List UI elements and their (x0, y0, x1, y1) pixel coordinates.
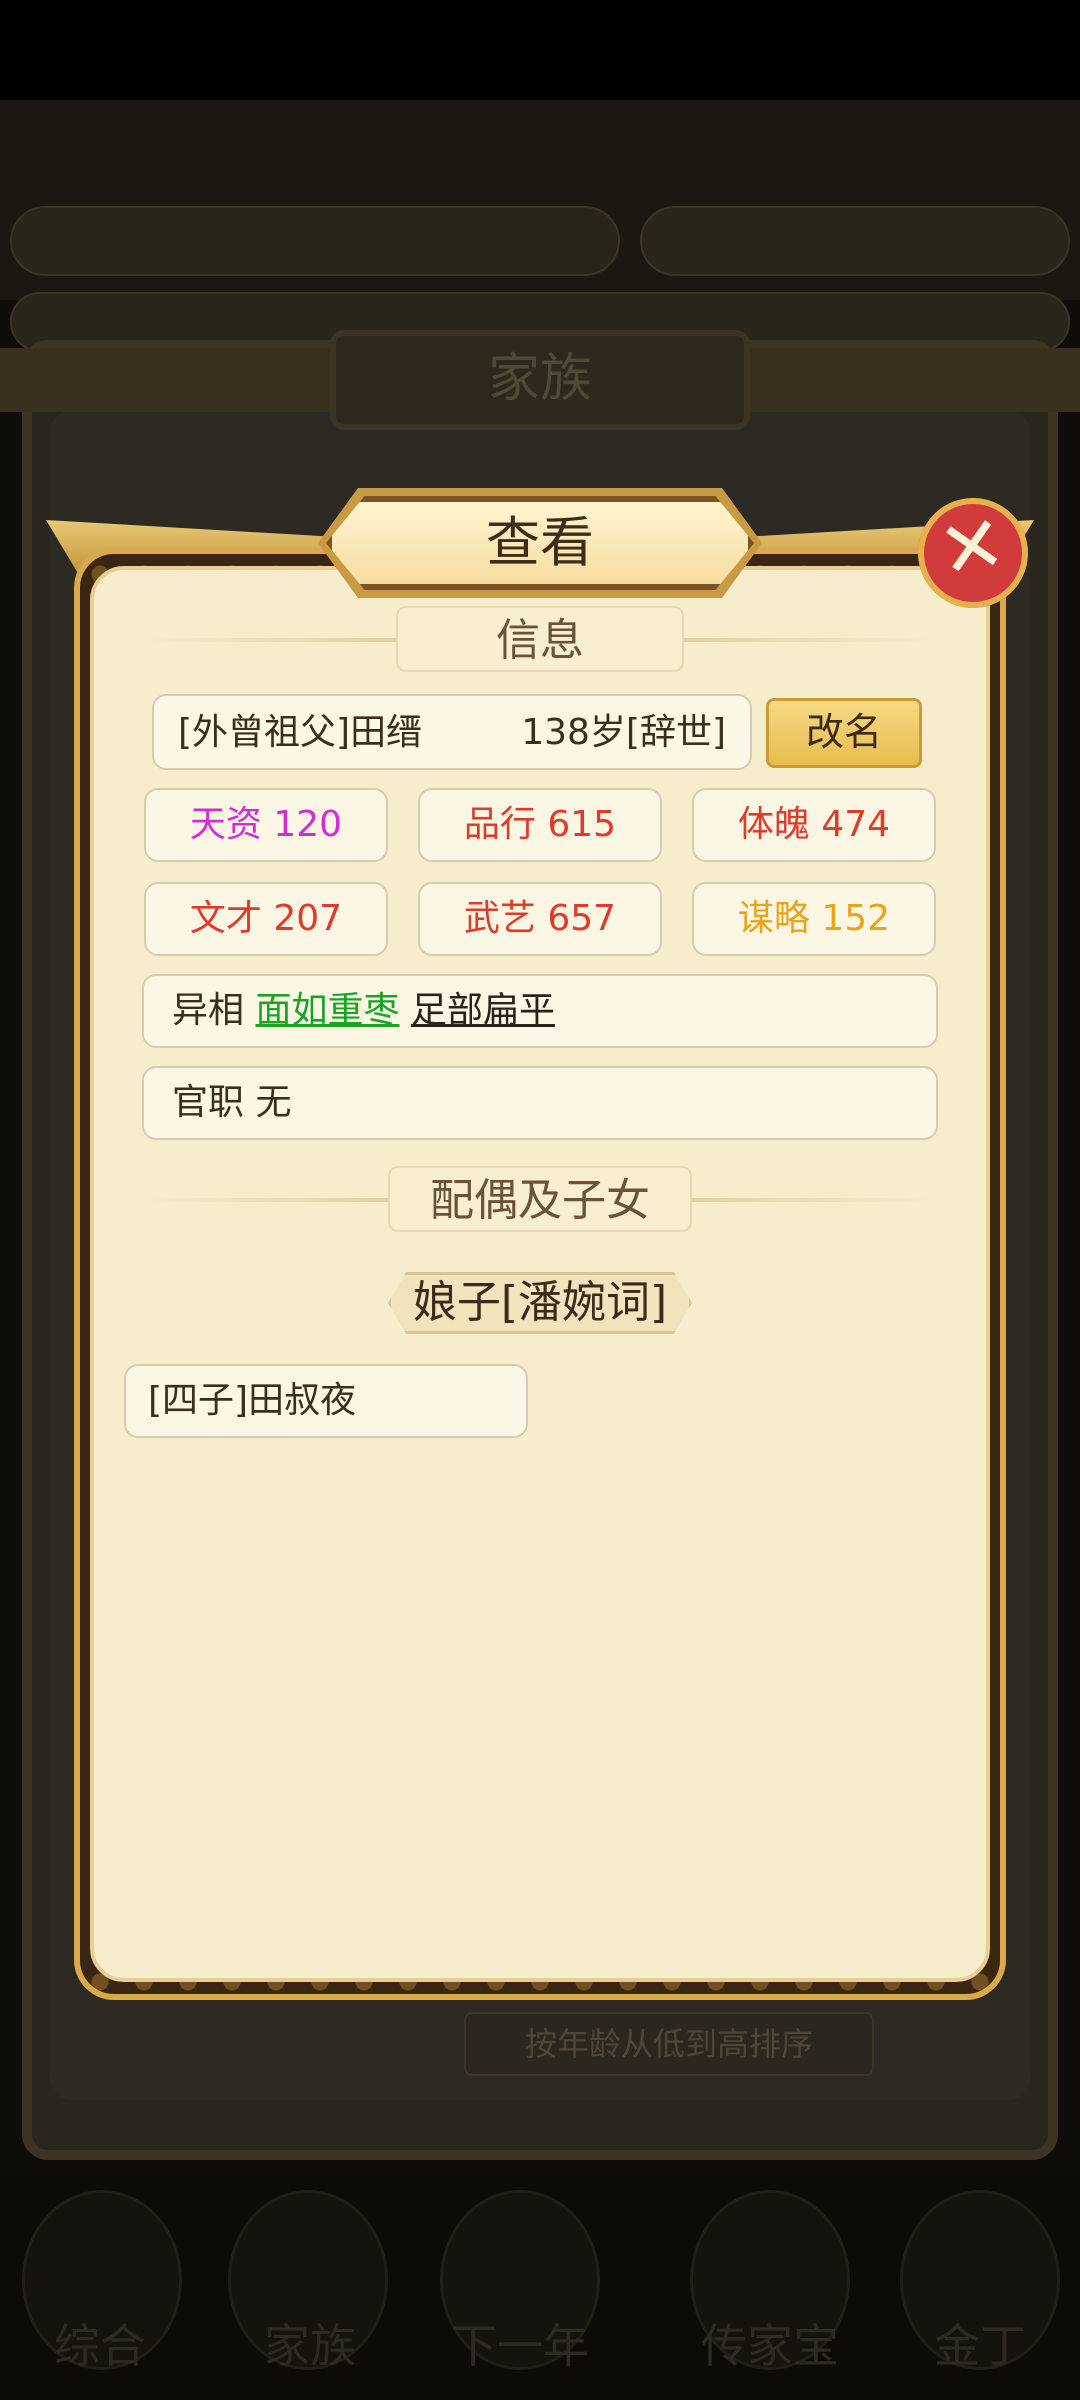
stat-label: 天资 120 (189, 804, 343, 845)
stat-martial: 武艺 657 (418, 882, 662, 956)
stat-literary: 文才 207 (144, 882, 388, 956)
background-nav-label: 传家宝 (701, 2319, 839, 2373)
trait-link[interactable]: 足部扁平 (411, 990, 555, 1031)
child-entry[interactable]: [四子]田叔夜 (124, 1364, 528, 1438)
member-age-status: 138岁[辞世] (521, 712, 726, 753)
background-nav-label: 综合 (54, 2319, 146, 2373)
traits-field: 异相 面如重枣 足部扁平 (142, 974, 938, 1048)
office-value: 无 (255, 1082, 292, 1123)
background-nav-label: 金丁 (934, 2319, 1026, 2373)
traits-label: 异相 (172, 990, 245, 1031)
office-label: 官职 (172, 1082, 245, 1123)
member-name-field: [外曾祖父]田缙 138岁[辞世] (152, 694, 752, 770)
dialog-title: 查看 (326, 496, 754, 590)
stat-label: 品行 615 (463, 804, 617, 845)
background-nav-label: 下一年 (451, 2319, 589, 2373)
section-header-family: 配偶及子女 (388, 1166, 692, 1232)
stat-label: 体魄 474 (737, 804, 891, 845)
stat-label: 武艺 657 (463, 898, 617, 939)
office-field: 官职 无 (142, 1066, 938, 1140)
stat-conduct: 品行 615 (418, 788, 662, 862)
stat-label: 文才 207 (189, 898, 343, 939)
close-icon: ✕ (932, 498, 1013, 599)
background-panel-title: 家族 (330, 330, 750, 430)
status-bar (0, 0, 1080, 100)
background-sort-button: 按年龄从低到高排序 (464, 2012, 874, 2076)
background-ribbon-right (740, 348, 1080, 412)
rename-button[interactable]: 改名 (766, 698, 922, 768)
member-name: [外曾祖父]田缙 (178, 712, 423, 753)
stat-strategy: 谋略 152 (692, 882, 936, 956)
spouse-plate[interactable]: 娘子[潘婉词] (388, 1272, 692, 1334)
stat-label: 谋略 152 (737, 898, 891, 939)
background-nav-label: 家族 (264, 2319, 356, 2373)
background-currency-pill (640, 206, 1070, 276)
background-stat-pill (10, 206, 620, 276)
stat-talent: 天资 120 (144, 788, 388, 862)
trait-link[interactable]: 面如重枣 (255, 990, 399, 1031)
section-header-info: 信息 (396, 606, 684, 672)
background-ribbon-left (0, 348, 340, 412)
stat-physique: 体魄 474 (692, 788, 936, 862)
